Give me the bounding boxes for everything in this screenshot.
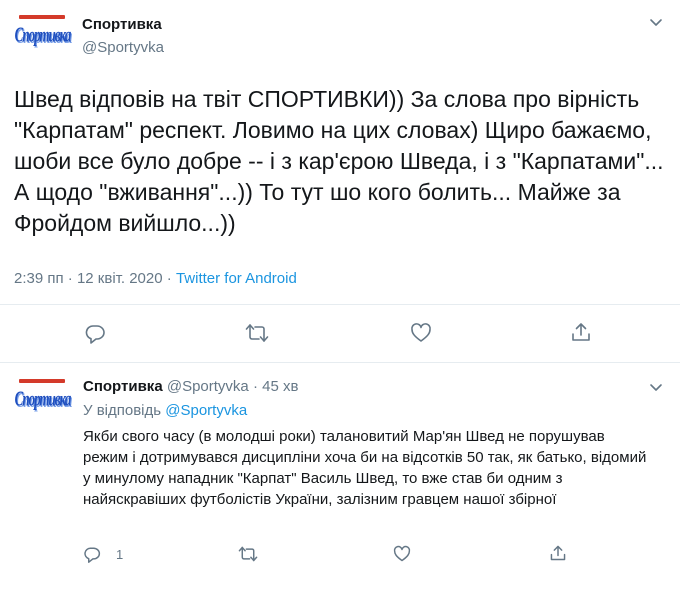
reply-author-handle[interactable]: @Sportyvka <box>167 378 249 395</box>
tweet-date[interactable]: 12 квіт. 2020 <box>77 270 163 287</box>
avatar-logo-text: Спортивка <box>14 22 72 47</box>
reply-to-line: У відповідь @Sportyvka <box>83 402 247 419</box>
reply-icon[interactable] <box>83 545 101 563</box>
share-icon[interactable] <box>570 321 592 343</box>
author-handle[interactable]: @Sportyvka <box>82 39 164 56</box>
meta-separator: · <box>67 270 73 287</box>
reply-text: Якби свого часу (в молодші роки) таланов… <box>83 428 647 508</box>
retweet-icon[interactable] <box>245 322 269 344</box>
tweet-text: Швед відповів на твіт СПОРТИВКИ)) За сло… <box>14 86 664 236</box>
avatar-logo-text: Спортивка <box>14 386 72 411</box>
avatar[interactable]: Спортивка <box>13 11 72 59</box>
reply-avatar[interactable]: Спортивка <box>13 375 72 423</box>
reply-header: Спортивка @Sportyvka · 45 хв <box>83 378 298 395</box>
reply-to-label: У відповідь <box>83 402 162 419</box>
retweet-icon[interactable] <box>238 545 258 563</box>
chevron-down-icon[interactable] <box>648 379 664 395</box>
reply-age[interactable]: 45 хв <box>262 378 298 395</box>
tweet-meta: 2:39 пп · 12 квіт. 2020 · Twitter for An… <box>14 270 297 287</box>
divider <box>0 304 680 305</box>
divider <box>0 362 680 363</box>
like-icon[interactable] <box>410 322 432 344</box>
reply-icon[interactable] <box>84 322 106 344</box>
share-icon[interactable] <box>549 544 567 562</box>
reply-to-handle[interactable]: @Sportyvka <box>165 402 247 419</box>
tweet-time[interactable]: 2:39 пп <box>14 270 64 287</box>
reply-author-name[interactable]: Спортивка <box>83 378 163 395</box>
like-icon[interactable] <box>393 545 411 563</box>
meta-separator: · <box>166 270 172 287</box>
author-name[interactable]: Спортивка <box>82 16 162 33</box>
header-separator: · <box>252 378 258 395</box>
chevron-down-icon[interactable] <box>648 14 664 30</box>
tweet-source[interactable]: Twitter for Android <box>176 270 297 287</box>
reply-count: 1 <box>116 547 124 562</box>
